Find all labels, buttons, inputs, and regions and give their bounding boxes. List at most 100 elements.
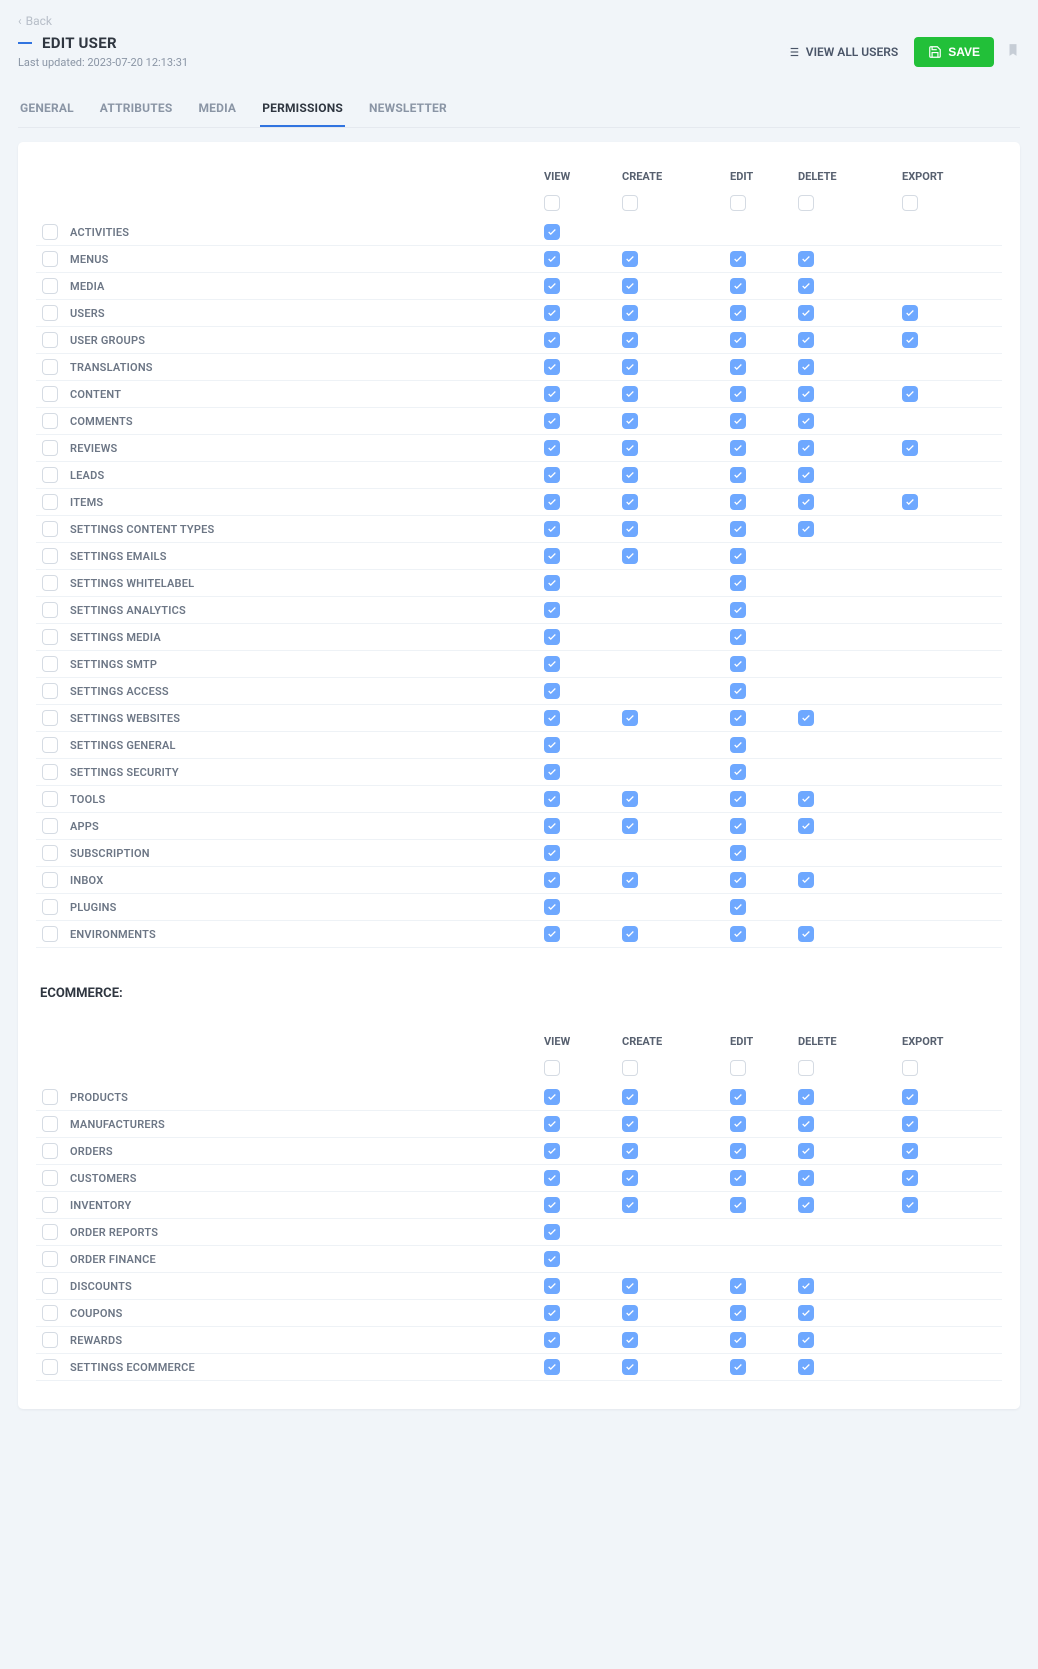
checkbox-items-view[interactable] (544, 494, 560, 510)
row-checkbox-customers[interactable] (42, 1170, 58, 1186)
row-checkbox-inbox[interactable] (42, 872, 58, 888)
checkbox-reviews-create[interactable] (622, 440, 638, 456)
checkbox-settings-content-types-view[interactable] (544, 521, 560, 537)
row-checkbox-tools[interactable] (42, 791, 58, 807)
checkbox-tools-view[interactable] (544, 791, 560, 807)
row-checkbox-user-groups[interactable] (42, 332, 58, 348)
checkbox-comments-create[interactable] (622, 413, 638, 429)
row-checkbox-items[interactable] (42, 494, 58, 510)
checkbox-users-delete[interactable] (798, 305, 814, 321)
checkbox-user-groups-view[interactable] (544, 332, 560, 348)
checkbox-comments-delete[interactable] (798, 413, 814, 429)
checkbox-users-view[interactable] (544, 305, 560, 321)
tab-general[interactable]: GENERAL (18, 93, 76, 127)
checkbox-inventory-delete[interactable] (798, 1197, 814, 1213)
row-checkbox-settings-whitelabel[interactable] (42, 575, 58, 591)
checkbox-users-create[interactable] (622, 305, 638, 321)
checkbox-settings-whitelabel-edit[interactable] (730, 575, 746, 591)
checkbox-leads-view[interactable] (544, 467, 560, 483)
row-checkbox-subscription[interactable] (42, 845, 58, 861)
checkbox-settings-general-view[interactable] (544, 737, 560, 753)
checkbox-inventory-export[interactable] (902, 1197, 918, 1213)
checkbox-rewards-view[interactable] (544, 1332, 560, 1348)
checkbox-comments-view[interactable] (544, 413, 560, 429)
checkbox-settings-emails-view[interactable] (544, 548, 560, 564)
tab-attributes[interactable]: ATTRIBUTES (98, 93, 175, 127)
checkbox-settings-access-view[interactable] (544, 683, 560, 699)
checkbox-products-view[interactable] (544, 1089, 560, 1105)
checkbox-leads-edit[interactable] (730, 467, 746, 483)
checkbox-inbox-delete[interactable] (798, 872, 814, 888)
checkbox-settings-emails-create[interactable] (622, 548, 638, 564)
checkbox-items-edit[interactable] (730, 494, 746, 510)
checkbox-products-edit[interactable] (730, 1089, 746, 1105)
master-checkbox-create[interactable] (622, 1060, 638, 1076)
checkbox-tools-create[interactable] (622, 791, 638, 807)
checkbox-coupons-view[interactable] (544, 1305, 560, 1321)
checkbox-orders-delete[interactable] (798, 1143, 814, 1159)
checkbox-products-delete[interactable] (798, 1089, 814, 1105)
checkbox-inventory-view[interactable] (544, 1197, 560, 1213)
checkbox-settings-content-types-delete[interactable] (798, 521, 814, 537)
row-checkbox-settings-general[interactable] (42, 737, 58, 753)
checkbox-settings-websites-edit[interactable] (730, 710, 746, 726)
checkbox-reviews-view[interactable] (544, 440, 560, 456)
checkbox-discounts-delete[interactable] (798, 1278, 814, 1294)
row-checkbox-menus[interactable] (42, 251, 58, 267)
checkbox-customers-view[interactable] (544, 1170, 560, 1186)
row-checkbox-leads[interactable] (42, 467, 58, 483)
checkbox-items-export[interactable] (902, 494, 918, 510)
checkbox-settings-security-view[interactable] (544, 764, 560, 780)
row-checkbox-settings-access[interactable] (42, 683, 58, 699)
checkbox-menus-view[interactable] (544, 251, 560, 267)
checkbox-settings-websites-view[interactable] (544, 710, 560, 726)
checkbox-items-delete[interactable] (798, 494, 814, 510)
checkbox-settings-ecommerce-delete[interactable] (798, 1359, 814, 1375)
checkbox-user-groups-create[interactable] (622, 332, 638, 348)
checkbox-media-create[interactable] (622, 278, 638, 294)
checkbox-coupons-delete[interactable] (798, 1305, 814, 1321)
checkbox-manufacturers-delete[interactable] (798, 1116, 814, 1132)
checkbox-settings-ecommerce-view[interactable] (544, 1359, 560, 1375)
row-checkbox-settings-smtp[interactable] (42, 656, 58, 672)
checkbox-orders-edit[interactable] (730, 1143, 746, 1159)
row-checkbox-media[interactable] (42, 278, 58, 294)
checkbox-media-view[interactable] (544, 278, 560, 294)
row-checkbox-settings-emails[interactable] (42, 548, 58, 564)
checkbox-environments-create[interactable] (622, 926, 638, 942)
checkbox-inbox-create[interactable] (622, 872, 638, 888)
master-checkbox-edit[interactable] (730, 1060, 746, 1076)
row-checkbox-coupons[interactable] (42, 1305, 58, 1321)
checkbox-activities-view[interactable] (544, 224, 560, 240)
master-checkbox-create[interactable] (622, 195, 638, 211)
checkbox-media-edit[interactable] (730, 278, 746, 294)
row-checkbox-order-reports[interactable] (42, 1224, 58, 1240)
checkbox-content-delete[interactable] (798, 386, 814, 402)
checkbox-reviews-delete[interactable] (798, 440, 814, 456)
checkbox-subscription-view[interactable] (544, 845, 560, 861)
checkbox-translations-delete[interactable] (798, 359, 814, 375)
row-checkbox-reviews[interactable] (42, 440, 58, 456)
checkbox-content-create[interactable] (622, 386, 638, 402)
checkbox-coupons-edit[interactable] (730, 1305, 746, 1321)
row-checkbox-settings-websites[interactable] (42, 710, 58, 726)
checkbox-settings-ecommerce-create[interactable] (622, 1359, 638, 1375)
row-checkbox-settings-analytics[interactable] (42, 602, 58, 618)
checkbox-settings-security-edit[interactable] (730, 764, 746, 780)
checkbox-inventory-create[interactable] (622, 1197, 638, 1213)
master-checkbox-delete[interactable] (798, 1060, 814, 1076)
checkbox-environments-edit[interactable] (730, 926, 746, 942)
checkbox-rewards-create[interactable] (622, 1332, 638, 1348)
row-checkbox-discounts[interactable] (42, 1278, 58, 1294)
checkbox-user-groups-delete[interactable] (798, 332, 814, 348)
master-checkbox-edit[interactable] (730, 195, 746, 211)
checkbox-settings-media-edit[interactable] (730, 629, 746, 645)
checkbox-discounts-create[interactable] (622, 1278, 638, 1294)
checkbox-orders-create[interactable] (622, 1143, 638, 1159)
checkbox-menus-create[interactable] (622, 251, 638, 267)
checkbox-leads-create[interactable] (622, 467, 638, 483)
back-link[interactable]: ‹ Back (18, 14, 52, 28)
checkbox-translations-create[interactable] (622, 359, 638, 375)
checkbox-apps-view[interactable] (544, 818, 560, 834)
checkbox-customers-delete[interactable] (798, 1170, 814, 1186)
